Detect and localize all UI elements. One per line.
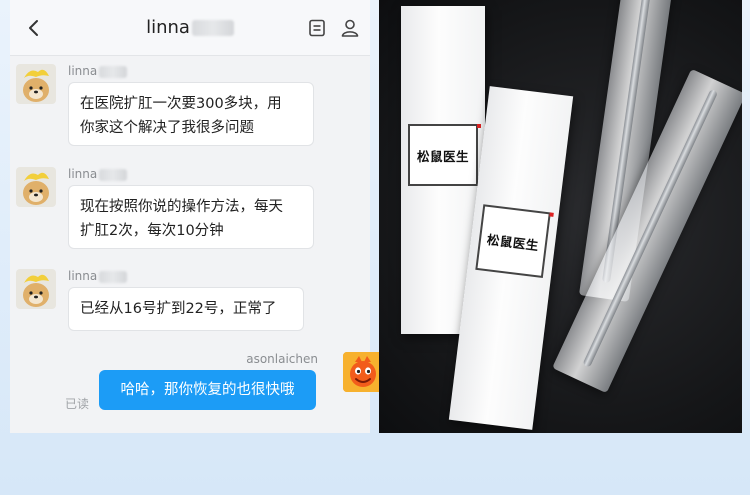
- box-label: 松鼠医生: [475, 204, 554, 279]
- note-icon[interactable]: [308, 19, 326, 37]
- message-line: 现在按照你说的操作方法，每天: [80, 199, 283, 215]
- person-icon[interactable]: [340, 18, 360, 38]
- read-status: 已读: [65, 397, 90, 411]
- message-line: 在医院扩肛一次要300多块，用: [80, 96, 282, 112]
- blurred-name: [99, 168, 128, 181]
- my-message-bubble: 哈哈，那你恢复的也很快哦: [99, 370, 316, 410]
- message-bubble: 在医院扩肛一次要300多块，用 你家这个解决了我很多问题: [68, 82, 314, 146]
- avatar[interactable]: [16, 64, 56, 104]
- sender-name: linna: [68, 64, 128, 78]
- brand-name: 松鼠医生: [416, 148, 469, 164]
- box-label: 松鼠医生: [408, 124, 481, 186]
- avatar[interactable]: [16, 167, 56, 207]
- my-avatar[interactable]: [343, 352, 383, 392]
- message-line: 你家这个解决了我很多问题: [80, 120, 254, 136]
- sender-name: linna: [68, 167, 128, 181]
- blurred-name: [99, 270, 128, 283]
- product-photo: 松鼠医生 松鼠医生: [379, 0, 742, 433]
- blurred-name: [191, 20, 234, 36]
- red-seal: [549, 212, 554, 217]
- message-bubble: 现在按照你说的操作方法，每天 扩肛2次，每次10分钟: [68, 185, 314, 249]
- sender-name: linna: [68, 269, 128, 283]
- message-line: 扩肛2次，每次10分钟: [80, 223, 224, 239]
- message-line: 已经从16号扩到22号，正常了: [80, 301, 277, 317]
- blurred-name: [99, 65, 128, 78]
- chat-screenshot: linna linna 在医院扩肛一次要300多块，用 你家这个解决了我很多问题…: [10, 0, 370, 433]
- message-bubble: 已经从16号扩到22号，正常了: [68, 287, 304, 331]
- chat-title-text: linna: [146, 17, 190, 38]
- brand-name: 松鼠医生: [486, 231, 540, 253]
- avatar[interactable]: [16, 269, 56, 309]
- my-sender-name: asonlaichen: [246, 352, 318, 366]
- red-seal: [477, 124, 481, 128]
- chat-header: linna: [10, 0, 370, 56]
